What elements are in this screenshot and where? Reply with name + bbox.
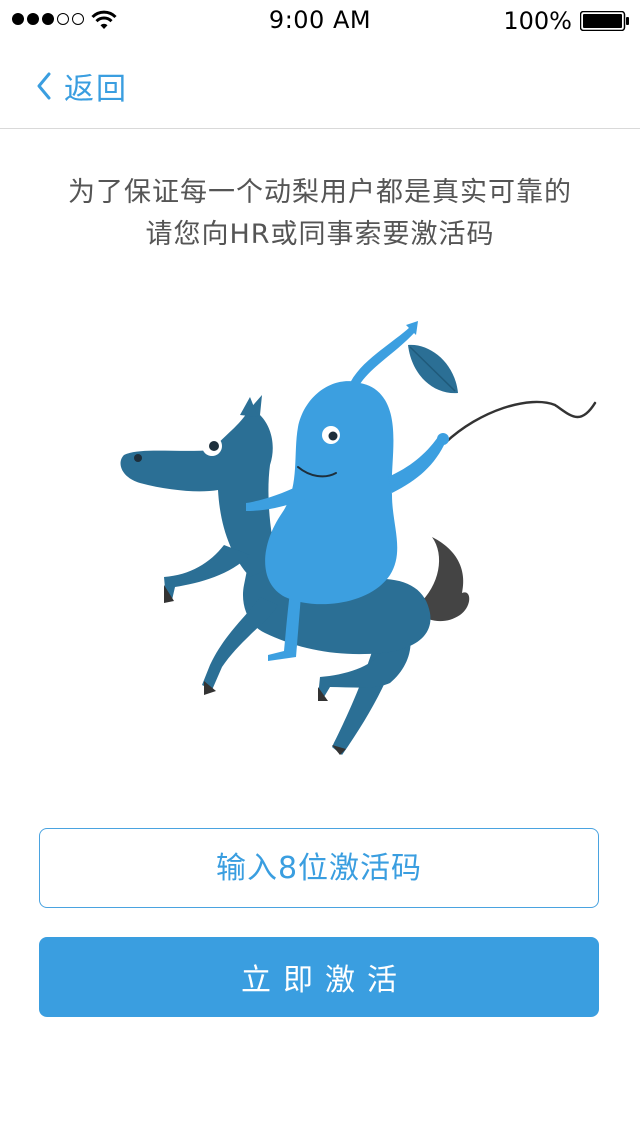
navigation-bar: 返回	[0, 40, 640, 129]
pear-stem	[350, 327, 416, 387]
intro-line-2: 请您向HR或同事索要激活码	[145, 219, 495, 250]
chevron-left-icon	[37, 72, 51, 100]
whip	[443, 400, 597, 445]
pear-arm	[388, 437, 446, 493]
back-button[interactable]: 返回	[36, 64, 128, 108]
activate-button[interactable]: 立即激活	[39, 937, 599, 1017]
intro-line-1: 为了保证每一个动梨用户都是真实可靠的	[68, 177, 572, 208]
battery-percentage: 100%	[503, 7, 572, 35]
battery-icon	[580, 11, 629, 31]
status-bar: 9:00 AM 100%	[0, 0, 640, 40]
activation-screen: 9:00 AM 100% 返回 为了保证每一个动梨用户都是真实可靠的 请您向HR…	[0, 0, 640, 1136]
activation-code-input[interactable]	[39, 828, 599, 908]
back-label: 返回	[64, 72, 128, 107]
pear-riding-horse-illustration	[120, 321, 597, 755]
activate-button-label: 立即激活	[241, 963, 409, 998]
intro-text: 为了保证每一个动梨用户都是真实可靠的 请您向HR或同事索要激活码	[0, 172, 640, 256]
horse-head	[120, 395, 279, 577]
horse-front-leg	[164, 545, 250, 600]
